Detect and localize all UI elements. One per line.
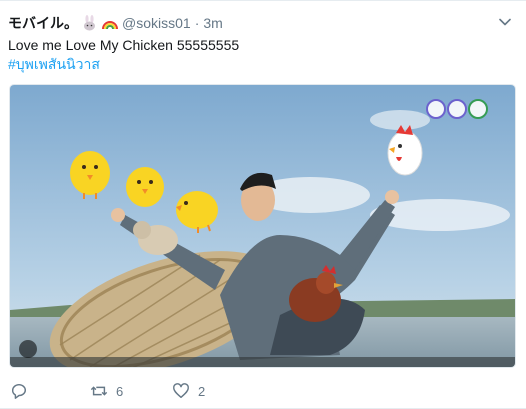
user-handle[interactable]: @sokiss01 [122, 15, 191, 31]
like-button[interactable]: 2 [172, 382, 252, 400]
retweet-button[interactable]: 6 [90, 382, 172, 400]
retweet-count: 6 [116, 383, 124, 399]
channel-logo [426, 99, 488, 119]
separator-dot: · [194, 15, 200, 31]
display-name[interactable]: モバイル。 [8, 13, 78, 33]
heart-icon [173, 383, 189, 399]
retweet-icon [90, 386, 108, 396]
action-bar: 6 2 [10, 381, 252, 401]
tweet-card: モバイル。 @sokiss01 · 3m Love me Love My Chi… [0, 0, 526, 409]
rainbow-emoji-icon [102, 15, 118, 31]
rabbit-emoji-icon [82, 15, 98, 31]
reply-button[interactable] [10, 382, 90, 400]
tweet-header: モバイル。 @sokiss01 · 3m [8, 13, 496, 33]
reply-icon [11, 383, 27, 399]
chick-emoji-icon [126, 167, 164, 207]
like-count: 2 [198, 383, 206, 399]
tweet-text: Love me Love My Chicken 55555555 #บุพเพส… [8, 36, 506, 74]
hashtag-link[interactable]: #บุพเพสันนิวาส [8, 55, 506, 74]
media-badge-icon [19, 340, 37, 358]
timestamp[interactable]: 3m [203, 15, 222, 31]
tweet-text-line: Love me Love My Chicken 55555555 [8, 37, 240, 53]
chevron-down-icon[interactable] [498, 15, 512, 29]
media-image[interactable] [9, 84, 516, 368]
